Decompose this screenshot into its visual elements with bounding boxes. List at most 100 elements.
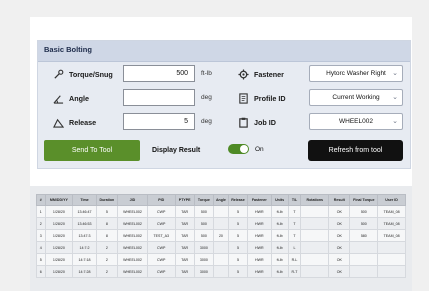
column-header[interactable]: MM/DD/YY	[44, 194, 74, 206]
table-cell: 2	[36, 217, 46, 230]
table-cell: OK	[328, 265, 351, 278]
panel-header: Basic Bolting	[38, 41, 410, 62]
fastener-select[interactable]: Hytorc Washer Right ⌄	[309, 65, 403, 82]
table-cell	[349, 265, 379, 278]
column-header[interactable]: PTYPE	[174, 194, 195, 206]
table-cell: ft-lb	[270, 229, 289, 242]
table-row[interactable]: 4 1/28/20 14:7:2 2 WHEEL002 CWP TAR 3000 5 HWR ft-…	[36, 241, 406, 254]
column-header[interactable]: Duration	[95, 194, 119, 206]
torque-label-group: Torque/Snug	[53, 69, 113, 80]
table-cell: TAR	[174, 265, 195, 278]
table-cell: 14:7:18	[72, 253, 97, 266]
table-cell: HWR	[247, 241, 272, 254]
table-cell: ft-lb	[270, 265, 289, 278]
table-cell: T	[287, 205, 302, 218]
table-cell: 1/28/20	[44, 229, 74, 242]
table-cell: TAR	[174, 253, 195, 266]
column-header[interactable]: T/L	[287, 194, 302, 206]
send-to-tool-button[interactable]: Send To Tool	[44, 140, 140, 161]
torque-input[interactable]: 500	[123, 65, 195, 82]
profile-select[interactable]: Current Working ⌄	[309, 89, 403, 106]
chevron-down-icon: ⌄	[392, 118, 398, 125]
display-result-toggle[interactable]	[228, 144, 249, 154]
release-input[interactable]: 5	[123, 113, 195, 130]
table-row[interactable]: 2 1/28/20 13:46:53 8 WHEEL002 CWP TAR 500 5 HWR ft…	[36, 217, 406, 230]
column-header[interactable]: Release	[227, 194, 249, 206]
table-cell: 5	[227, 253, 249, 266]
table-cell: 13:46:47	[72, 205, 97, 218]
column-header[interactable]: #	[36, 194, 46, 206]
table-cell	[212, 253, 229, 266]
table-cell	[212, 217, 229, 230]
table-cell: 2	[95, 241, 119, 254]
table-cell: T	[287, 217, 302, 230]
table-cell: ft-lb	[270, 253, 289, 266]
table-cell: TEAM_08	[377, 229, 406, 242]
table-cell: OK	[328, 253, 351, 266]
table-cell: 500	[349, 205, 379, 218]
table-cell	[300, 217, 330, 230]
table-cell: 3000	[193, 241, 214, 254]
table-cell	[300, 265, 330, 278]
angle-input[interactable]	[123, 89, 195, 106]
table-cell: OK	[328, 229, 351, 242]
column-header[interactable]: JID	[117, 194, 148, 206]
table-cell	[212, 241, 229, 254]
column-header[interactable]: User ID	[377, 194, 406, 206]
table-cell: TEST_A3	[146, 229, 176, 242]
table-cell: TAR	[174, 217, 195, 230]
fastener-label: Fastener	[254, 70, 284, 79]
table-cell: R-T	[287, 265, 302, 278]
column-header[interactable]: PID	[146, 194, 176, 206]
table-cell: 500	[193, 229, 214, 242]
table-cell: 580	[349, 229, 379, 242]
table-cell: OK	[328, 205, 351, 218]
document-icon	[239, 93, 248, 104]
table-cell: 500	[193, 205, 214, 218]
column-header[interactable]: Units	[270, 194, 289, 206]
table-row[interactable]: 5 1/28/20 14:7:18 2 WHEEL002 CWP TAR 3000 5 HWR ft…	[36, 253, 406, 266]
angle-unit: deg	[201, 94, 212, 101]
angle-icon	[53, 95, 64, 104]
column-header[interactable]: Torque	[193, 194, 214, 206]
table-cell: CWP	[146, 253, 176, 266]
column-header[interactable]: Rotations	[300, 194, 330, 206]
table-cell: ft-lb	[270, 217, 289, 230]
toggle-state-label: On	[255, 146, 264, 153]
column-header[interactable]: Fastener	[247, 194, 272, 206]
table-cell: 14:7:2	[72, 241, 97, 254]
release-unit: deg	[201, 118, 212, 125]
table-header-row: # MM/DD/YY Time Duration JID PID PTYPE T…	[36, 194, 406, 206]
table-cell: TEAM_08	[377, 205, 406, 218]
table-cell: WHEEL002	[117, 229, 148, 242]
table-cell: WHEEL002	[117, 217, 148, 230]
table-cell: CWP	[146, 217, 176, 230]
table-cell: 13:46:53	[72, 217, 97, 230]
table-cell: 5	[227, 217, 249, 230]
table-cell: 3	[36, 229, 46, 242]
table-cell	[377, 241, 406, 254]
table-cell	[300, 229, 330, 242]
table-cell: 500	[193, 217, 214, 230]
table-cell: 1/28/20	[44, 217, 74, 230]
table-row[interactable]: 1 1/28/20 13:46:47 5 WHEEL002 CWP TAR 500 5 HWR ft…	[36, 205, 406, 218]
refresh-from-tool-button[interactable]: Refresh from tool	[308, 140, 403, 161]
job-label-group: Job ID	[238, 117, 276, 128]
table-cell: 8	[95, 217, 119, 230]
table-cell: ft-lb	[270, 241, 289, 254]
column-header[interactable]: Time	[72, 194, 97, 206]
table-cell: HWR	[247, 205, 272, 218]
column-header[interactable]: Final Torque	[349, 194, 379, 206]
column-header[interactable]: Angle	[212, 194, 229, 206]
table-cell: 5	[227, 229, 249, 242]
table-cell: WHEEL002	[117, 265, 148, 278]
table-cell: CWP	[146, 265, 176, 278]
angle-label: Angle	[69, 94, 89, 103]
table-cell: 2	[95, 265, 119, 278]
job-select[interactable]: WHEEL002 ⌄	[309, 113, 403, 130]
table-row[interactable]: 6 1/28/20 14:7:28 2 WHEEL002 CWP TAR 3000 5 HWR ft…	[36, 265, 406, 278]
table-cell: TAR	[174, 229, 195, 242]
column-header[interactable]: Result	[328, 194, 351, 206]
table-cell: 8	[95, 229, 119, 242]
table-row[interactable]: 3 1/28/20 13:47:3 8 WHEEL002 TEST_A3 TAR 500 20 5…	[36, 229, 406, 242]
